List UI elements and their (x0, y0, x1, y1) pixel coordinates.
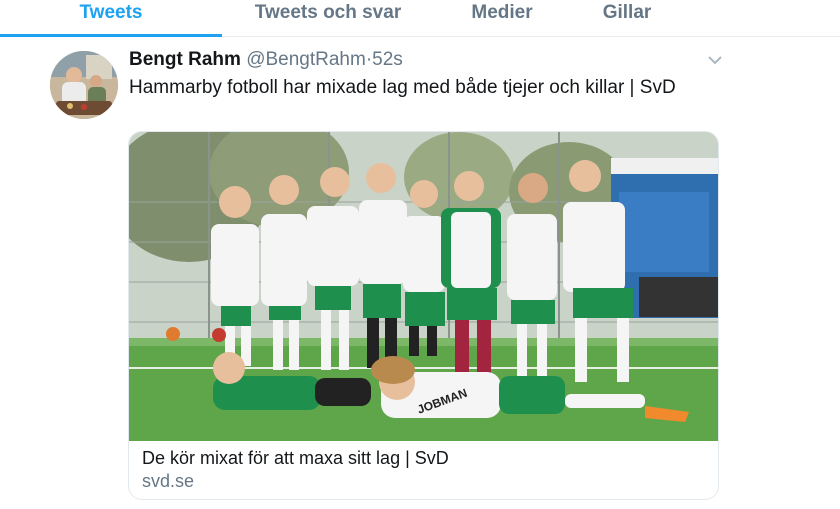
link-card[interactable]: JOBMAN De kör mixat för att maxa sitt la… (128, 131, 719, 500)
tab-tweets-and-replies[interactable]: Tweets och svar (222, 0, 434, 36)
chevron-down-icon[interactable] (706, 53, 724, 67)
tweet-text: Hammarby fotboll har mixade lag med både… (129, 77, 676, 98)
tab-tweets[interactable]: Tweets (0, 0, 222, 37)
tab-media[interactable]: Medier (434, 0, 570, 36)
author-name[interactable]: Bengt Rahm (129, 49, 241, 70)
profile-tabs: Tweets Tweets och svar Medier Gillar (0, 0, 840, 37)
author-handle[interactable]: @BengtRahm (246, 49, 366, 70)
avatar-image (50, 51, 118, 119)
card-image: JOBMAN (129, 132, 718, 441)
card-domain[interactable]: svd.se (142, 471, 194, 492)
card-title[interactable]: De kör mixat för att maxa sitt lag | SvD (142, 448, 449, 469)
tab-likes[interactable]: Gillar (570, 0, 684, 36)
avatar[interactable] (50, 51, 118, 119)
tweet-timestamp[interactable]: 52s (372, 49, 403, 70)
tweet-header: Bengt Rahm @BengtRahm·52s (129, 49, 403, 71)
